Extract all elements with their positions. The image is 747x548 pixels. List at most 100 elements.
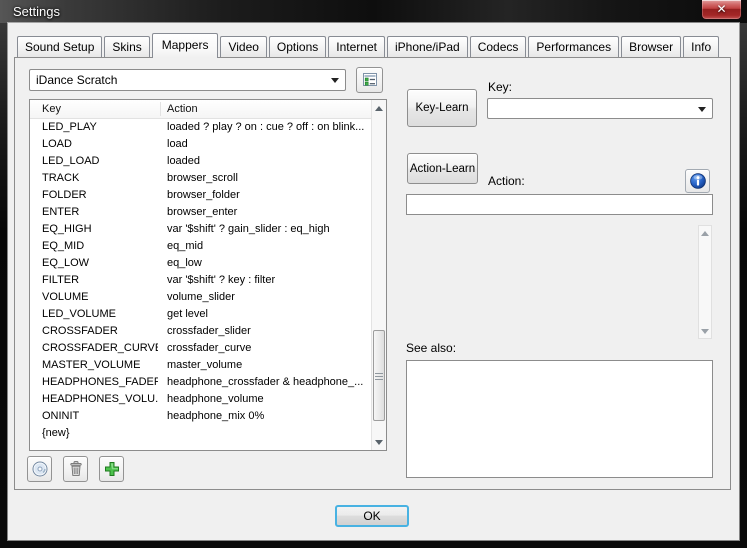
- tab-internet[interactable]: Internet: [328, 36, 385, 57]
- table-row[interactable]: CROSSFADER_CURVE crossfader_curve: [30, 340, 371, 357]
- key-learn-button[interactable]: Key-Learn: [407, 89, 477, 127]
- table-row[interactable]: LED_VOLUME get level: [30, 306, 371, 323]
- action-learn-button[interactable]: Action-Learn: [407, 153, 478, 184]
- cell-key: LED_PLAY: [42, 121, 97, 133]
- disc-icon: [31, 460, 49, 478]
- scroll-up-button[interactable]: [699, 226, 711, 240]
- arrow-up-icon: [375, 105, 383, 111]
- scroll-up-button[interactable]: [372, 100, 386, 116]
- table-scrollbar[interactable]: [371, 100, 386, 450]
- arrow-down-icon: [375, 439, 383, 445]
- table-row[interactable]: EQ_HIGH var '$shift' ? gain_slider : eq_h…: [30, 221, 371, 238]
- close-icon: ✕: [716, 2, 727, 16]
- cell-key: TRACK: [42, 172, 80, 184]
- table-row[interactable]: ENTER browser_enter: [30, 204, 371, 221]
- cell-action: loaded ? play ? on : cue ? off : on blin…: [167, 121, 365, 133]
- tab-bar: Sound Setup Skins Mappers Video Options …: [17, 33, 721, 58]
- table-row[interactable]: HEADPHONES_VOLU... headphone_volume: [30, 391, 371, 408]
- table-row[interactable]: ONINIT headphone_mix 0%: [30, 408, 371, 425]
- cell-action: eq_mid: [167, 240, 204, 252]
- list-view-icon: [362, 72, 378, 88]
- dialog-body: Sound Setup Skins Mappers Video Options …: [8, 23, 739, 540]
- cell-action: crossfader_curve: [167, 342, 252, 354]
- mapper-list-view-button[interactable]: [356, 67, 383, 93]
- scrollbar-grip-icon: [375, 372, 383, 380]
- delete-mapper-button[interactable]: [63, 456, 88, 482]
- cell-key: CROSSFADER: [42, 325, 118, 337]
- mapping-rows: LED_PLAY loaded ? play ? on : cue ? off :…: [30, 119, 371, 450]
- arrow-down-icon: [701, 328, 709, 334]
- cell-action: browser_enter: [167, 206, 238, 218]
- tab-sound-setup[interactable]: Sound Setup: [17, 36, 103, 57]
- tab-skins[interactable]: Skins: [104, 36, 150, 57]
- table-row-new[interactable]: {new}: [30, 425, 371, 442]
- table-row[interactable]: EQ_MID eq_mid: [30, 238, 371, 255]
- table-row[interactable]: FOLDER browser_folder: [30, 187, 371, 204]
- mapping-table-header: Key Action: [30, 100, 371, 119]
- table-row[interactable]: HEADPHONES_FADER headphone_crossfader & h…: [30, 374, 371, 391]
- tab-options[interactable]: Options: [268, 36, 327, 57]
- tab-codecs[interactable]: Codecs: [469, 36, 527, 57]
- titlebar[interactable]: Settings ✕: [0, 0, 747, 23]
- table-row[interactable]: EQ_LOW eq_low: [30, 255, 371, 272]
- cell-action: var '$shift' ? gain_slider : eq_high: [167, 223, 330, 235]
- action-label: Action:: [488, 174, 525, 188]
- table-row[interactable]: LED_LOAD loaded: [30, 153, 371, 170]
- table-row[interactable]: FILTER var '$shift' ? key : filter: [30, 272, 371, 289]
- ok-label: OK: [363, 509, 381, 523]
- cell-action: eq_low: [167, 257, 202, 269]
- tab-info[interactable]: Info: [683, 36, 720, 57]
- key-learn-label: Key-Learn: [415, 102, 469, 114]
- tab-mappers[interactable]: Mappers: [151, 33, 219, 58]
- column-header-key: Key: [42, 103, 61, 115]
- action-input[interactable]: [406, 194, 713, 215]
- table-row[interactable]: VOLUME volume_slider: [30, 289, 371, 306]
- chevron-down-icon: [698, 106, 706, 112]
- description-scrollbar[interactable]: [698, 225, 712, 339]
- tab-video[interactable]: Video: [220, 36, 267, 57]
- cell-key: ENTER: [42, 206, 80, 218]
- tab-iphone-ipad[interactable]: iPhone/iPad: [386, 36, 468, 57]
- action-info-button[interactable]: [685, 169, 710, 193]
- key-select[interactable]: [487, 98, 713, 119]
- cell-key: FOLDER: [42, 189, 87, 201]
- cell-key: HEADPHONES_VOLU...: [42, 393, 158, 405]
- ok-button[interactable]: OK: [335, 505, 409, 527]
- table-row[interactable]: MASTER_VOLUME master_volume: [30, 357, 371, 374]
- add-mapping-button[interactable]: [99, 456, 124, 482]
- cell-action: load: [167, 138, 188, 150]
- scrollbar-thumb[interactable]: [373, 330, 385, 421]
- cell-action: headphone_crossfader & headphone_...: [167, 376, 364, 388]
- cell-key: HEADPHONES_FADER: [42, 376, 158, 388]
- cell-action: headphone_mix 0%: [167, 410, 265, 422]
- see-also-list[interactable]: [406, 360, 713, 478]
- table-row[interactable]: CROSSFADER crossfader_slider: [30, 323, 371, 340]
- column-divider: [160, 102, 161, 116]
- cell-key: ONINIT: [42, 410, 80, 422]
- mapping-table[interactable]: Key Action LED_PLAY loaded ? play ? on : …: [29, 99, 387, 451]
- table-row[interactable]: LOAD load: [30, 136, 371, 153]
- scroll-down-button[interactable]: [372, 434, 386, 450]
- action-learn-label: Action-Learn: [409, 162, 476, 175]
- close-button[interactable]: ✕: [701, 0, 742, 20]
- cell-key: EQ_MID: [42, 240, 85, 252]
- cell-action: crossfader_slider: [167, 325, 251, 337]
- cell-key: EQ_LOW: [42, 257, 90, 269]
- cell-action: var '$shift' ? key : filter: [167, 274, 276, 286]
- table-row[interactable]: LED_PLAY loaded ? play ? on : cue ? off :…: [30, 119, 371, 136]
- cell-action: get level: [167, 308, 208, 320]
- arrow-up-icon: [701, 230, 709, 236]
- cell-key: LED_LOAD: [42, 155, 100, 167]
- mapper-device-select[interactable]: iDance Scratch: [29, 69, 346, 91]
- window-title: Settings: [13, 4, 60, 19]
- table-row[interactable]: TRACK browser_scroll: [30, 170, 371, 187]
- scroll-down-button[interactable]: [699, 324, 711, 338]
- clone-mapper-button[interactable]: [27, 456, 52, 482]
- tab-browser[interactable]: Browser: [621, 36, 682, 57]
- cell-key: VOLUME: [42, 291, 89, 303]
- chevron-down-icon: [331, 78, 339, 83]
- cell-action: browser_folder: [167, 189, 240, 201]
- tab-performances[interactable]: Performances: [528, 36, 620, 57]
- mappers-tab-panel: iDance Scratch Key Action LED_PLAY loade…: [14, 57, 731, 490]
- plus-icon: [103, 460, 121, 478]
